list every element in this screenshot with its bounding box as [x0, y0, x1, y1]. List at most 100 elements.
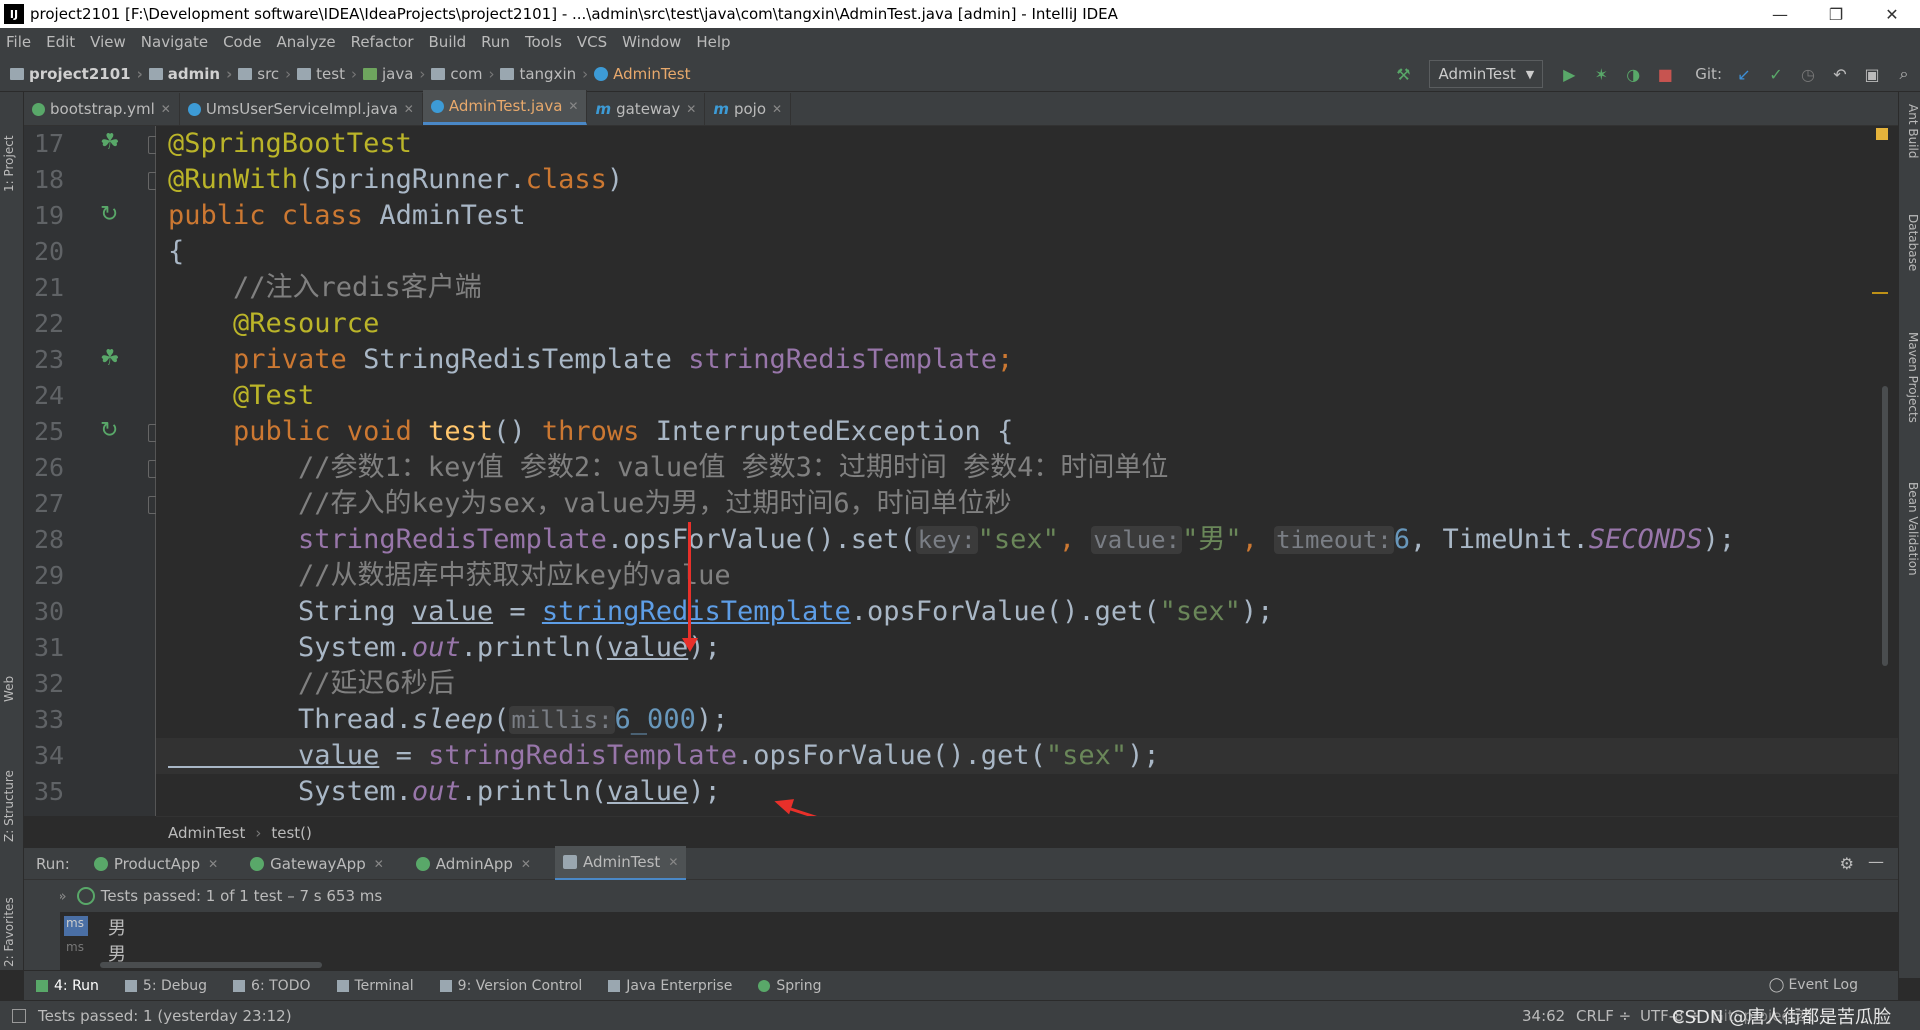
run-status-row: ▶ » Tests passed: 1 of 1 test – 7 s 653 …	[24, 880, 1898, 912]
close-icon[interactable]: ✕	[686, 102, 696, 116]
caret-position[interactable]: 34:62	[1522, 1007, 1565, 1025]
menu-tools[interactable]: Tools	[525, 33, 562, 51]
menu-window[interactable]: Window	[622, 33, 681, 51]
menu-navigate[interactable]: Navigate	[141, 33, 208, 51]
close-window-button[interactable]: ✕	[1864, 0, 1920, 28]
line-number: 34	[34, 741, 65, 770]
menu-file[interactable]: File	[6, 33, 31, 51]
crumb-module[interactable]: admin ›	[148, 65, 232, 83]
tool-project[interactable]: 1: Project	[2, 112, 22, 192]
inspection-warning-icon[interactable]	[1876, 128, 1888, 140]
run-tab-adminapp[interactable]: AdminApp ✕	[408, 848, 539, 880]
code-line-21: //注入redis客户端	[168, 272, 482, 303]
test-config-icon	[562, 855, 577, 869]
crumb-class[interactable]: AdminTest	[594, 65, 690, 83]
close-icon[interactable]: ✕	[404, 102, 414, 116]
bubble-icon: ◯	[1768, 977, 1785, 993]
close-icon[interactable]: ✕	[668, 855, 678, 869]
crumb-test[interactable]: test ›	[297, 65, 357, 83]
run-tab-gatewayapp[interactable]: GatewayApp ✕	[242, 848, 392, 880]
revert-icon[interactable]: ↶	[1827, 61, 1853, 87]
tool-ant-build[interactable]: Ant Build	[1902, 104, 1920, 184]
menu-vcs[interactable]: VCS	[577, 33, 607, 51]
tab-admintest[interactable]: AdminTest.java ✕	[422, 90, 588, 125]
menu-refactor[interactable]: Refactor	[351, 33, 414, 51]
tab-pojo[interactable]: m pojo ✕	[705, 93, 792, 125]
tab-bootstrap-yml[interactable]: bootstrap.yml ✕	[24, 93, 180, 125]
todo-icon	[233, 979, 246, 992]
crumb-method[interactable]: test()	[271, 824, 312, 842]
project-structure-icon[interactable]: ▣	[1859, 61, 1885, 87]
tool-java-enterprise[interactable]: Java Enterprise	[608, 978, 732, 994]
coverage-icon[interactable]: ◑	[1620, 61, 1646, 87]
tool-event-log[interactable]: ◯ Event Log	[1769, 977, 1858, 993]
crumb-src[interactable]: src ›	[238, 65, 291, 83]
tool-favorites[interactable]: 2: Favorites	[2, 872, 22, 967]
close-icon[interactable]: ✕	[374, 857, 384, 871]
run-tab-admintest[interactable]: AdminTest ✕	[554, 846, 687, 881]
close-icon[interactable]: ✕	[208, 857, 218, 871]
menu-run[interactable]: Run	[481, 33, 510, 51]
git-update-icon[interactable]: ↙	[1731, 61, 1757, 87]
git-commit-icon[interactable]: ✓	[1763, 61, 1789, 87]
close-icon[interactable]: ✕	[161, 102, 171, 116]
vertical-scrollbar[interactable]	[1882, 386, 1888, 666]
crumb-tangxin[interactable]: tangxin ›	[500, 65, 588, 83]
run-icon[interactable]: ▶	[1556, 61, 1582, 87]
tool-bean-validation[interactable]: Bean Validation	[1902, 482, 1920, 612]
crumb-java[interactable]: java ›	[362, 65, 425, 83]
tool-database[interactable]: Database	[1902, 214, 1920, 314]
tab-umsuserserviceimpl[interactable]: UmsUserServiceImpl.java ✕	[180, 93, 423, 125]
menu-build[interactable]: Build	[429, 33, 467, 51]
menu-analyze[interactable]: Analyze	[276, 33, 335, 51]
intellij-app-icon: IJ	[4, 4, 24, 24]
menu-help[interactable]: Help	[696, 33, 730, 51]
code-line-31: System.out.println(value);	[168, 632, 721, 663]
run-test-class-icon[interactable]: ↻	[100, 202, 128, 230]
menu-edit[interactable]: Edit	[46, 33, 75, 51]
folder-icon	[297, 67, 312, 80]
tool-spring[interactable]: Spring	[758, 978, 822, 994]
close-icon[interactable]: ✕	[568, 99, 578, 113]
tool-todo[interactable]: 6: TODO	[233, 978, 311, 994]
tool-terminal[interactable]: Terminal	[336, 978, 414, 994]
tool-structure[interactable]: Z: Structure	[2, 742, 22, 842]
tool-version-control[interactable]: 9: Version Control	[439, 978, 582, 994]
menu-code[interactable]: Code	[223, 33, 261, 51]
crumb-project[interactable]: project2101 ›	[10, 65, 143, 83]
tool-debug[interactable]: 5: Debug	[124, 978, 207, 994]
run-test-method-icon[interactable]: ↻	[100, 418, 128, 446]
crumb-class[interactable]: AdminTest	[168, 824, 245, 842]
tool-run[interactable]: 4: Run	[36, 978, 99, 994]
tool-maven[interactable]: Maven Projects	[1902, 332, 1920, 462]
crumb-com[interactable]: com ›	[431, 65, 494, 83]
hide-panel-icon[interactable]: —	[1868, 852, 1884, 871]
class-icon	[594, 66, 609, 81]
close-icon[interactable]: ✕	[772, 102, 782, 116]
spring-bean-icon[interactable]: ☘	[100, 130, 128, 158]
horizontal-scrollbar[interactable]	[100, 962, 322, 968]
stop-icon[interactable]: ■	[1652, 61, 1678, 87]
git-label: Git:	[1695, 65, 1722, 83]
code-line-33: Thread.sleep(millis:6_000);	[168, 704, 729, 735]
autowired-bean-icon[interactable]: ☘	[100, 346, 128, 374]
settings-gear-icon[interactable]: ⚙	[1840, 854, 1854, 873]
line-number: 26	[34, 453, 65, 482]
menu-view[interactable]: View	[90, 33, 126, 51]
line-separator[interactable]: CRLF ÷	[1576, 1007, 1631, 1025]
restore-button[interactable]: ❐	[1808, 0, 1864, 28]
debug-icon[interactable]: ✶	[1588, 61, 1614, 87]
history-icon[interactable]: ◷	[1795, 61, 1821, 87]
tab-gateway[interactable]: m gateway ✕	[587, 93, 706, 125]
toggle-tool-windows-icon[interactable]	[12, 1008, 26, 1023]
warning-stripe[interactable]	[1872, 292, 1888, 294]
search-icon[interactable]: ⌕	[1891, 61, 1917, 87]
run-console-output[interactable]: ms ms 男 男	[60, 912, 1846, 970]
close-icon[interactable]: ✕	[521, 857, 531, 871]
run-config-select[interactable]: AdminTest ▼	[1429, 60, 1544, 88]
build-hammer-icon[interactable]: ⚒	[1390, 61, 1416, 87]
minimize-button[interactable]: —	[1752, 0, 1808, 28]
code-editor[interactable]: @SpringBootTest @RunWith(SpringRunner.cl…	[156, 126, 1898, 816]
run-tab-productapp[interactable]: ProductApp ✕	[86, 848, 226, 880]
tool-web[interactable]: Web	[2, 652, 22, 702]
